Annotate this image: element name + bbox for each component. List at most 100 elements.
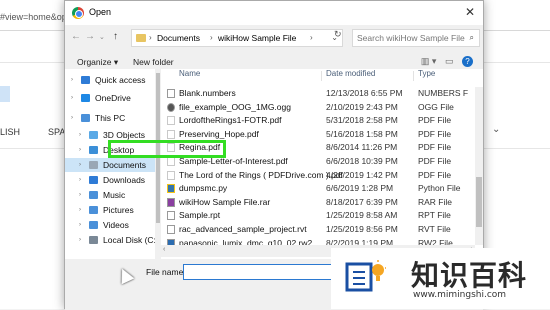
watermark: 知识百科 www.mimingshi.com xyxy=(331,248,550,309)
sidebar-item-label: Documents xyxy=(103,160,146,170)
sidebar-item-label: Downloads xyxy=(103,175,146,185)
preview-pane-icon[interactable]: ▭ xyxy=(445,56,454,66)
expand-arrow-icon[interactable]: › xyxy=(79,177,87,183)
column-divider[interactable] xyxy=(413,71,414,81)
file-name: Preserving_Hope.pdf xyxy=(179,128,259,139)
watermark-url: www.mimingshi.com xyxy=(413,290,507,300)
music-icon xyxy=(89,191,98,199)
desktop-icon xyxy=(89,146,98,154)
expand-arrow-icon[interactable]: › xyxy=(79,207,87,213)
file-row[interactable]: Blank.numbers 12/13/2018 6:55 PM NUMBERS F xyxy=(161,87,483,100)
file-icon xyxy=(167,197,175,207)
file-date: 6/6/2018 10:39 PM xyxy=(326,156,398,166)
dialog-title: Open xyxy=(89,7,112,17)
sidebar-item-pictures[interactable]: › Pictures xyxy=(79,203,134,217)
file-name-input[interactable] xyxy=(183,264,343,280)
chevron-right-icon: › xyxy=(149,33,152,42)
file-name: LordoftheRings1-FOTR.pdf xyxy=(179,115,282,126)
search-input[interactable]: Search wikiHow Sample File ⌕ xyxy=(352,29,480,47)
expand-arrow-icon[interactable]: › xyxy=(79,147,87,153)
address-bar-row: ← → ⌄ ↑ › Documents › wikiHow Sample Fil… xyxy=(65,25,483,53)
help-icon[interactable]: ? xyxy=(462,56,473,67)
file-date: 8/18/2017 6:39 PM xyxy=(326,196,398,207)
sidebar-item-label: 3D Objects xyxy=(103,130,146,140)
expand-arrow-icon[interactable]: › xyxy=(79,237,87,243)
sidebar-item-music[interactable]: › Music xyxy=(79,188,125,202)
new-folder-button[interactable]: New folder xyxy=(133,57,174,67)
file-date: 8/6/2014 11:26 PM xyxy=(326,142,398,153)
disk-icon xyxy=(89,236,98,244)
expand-arrow-icon[interactable]: › xyxy=(79,162,87,168)
file-type: PDF File xyxy=(418,169,452,180)
sidebar-item-this-pc[interactable]: › This PC xyxy=(71,111,125,125)
up-arrow-icon[interactable]: ↑ xyxy=(113,31,118,42)
file-row[interactable]: dumpsmc.py 6/6/2019 1:28 PM Python File xyxy=(161,182,483,195)
forward-arrow-icon[interactable]: → xyxy=(85,31,95,42)
sidebar-item-videos[interactable]: › Videos xyxy=(79,218,129,232)
file-name: The Lord of the Rings ( PDFDrive.com ).p… xyxy=(179,169,343,180)
sidebar-item-label: Music xyxy=(103,190,126,200)
sidebar-item-label: This PC xyxy=(95,113,126,123)
file-row[interactable]: Sample.rpt 1/25/2019 8:58 AM RPT File xyxy=(161,209,483,222)
sidebar-item-local-disk-c[interactable]: › Local Disk (C:) xyxy=(79,233,159,247)
cube-icon xyxy=(89,131,98,139)
file-row[interactable]: wikiHow Sample File.rar 8/18/2017 6:39 PM… xyxy=(161,196,483,209)
file-row[interactable]: file_example_OOG_1MG.ogg 2/10/2019 2:43 P… xyxy=(161,101,483,114)
view-options-icon[interactable]: ▥ ▾ xyxy=(421,56,437,66)
breadcrumb-current-folder[interactable]: wikiHow Sample File xyxy=(218,33,296,43)
sidebar-item-onedrive[interactable]: › OneDrive xyxy=(71,91,131,105)
file-type: PDF File xyxy=(418,115,452,126)
dialog-titlebar: Open ✕ xyxy=(65,1,483,25)
file-date: 4/26/2019 1:42 PM xyxy=(326,169,398,180)
videos-icon xyxy=(89,221,98,229)
file-name: dumpsmc.py xyxy=(179,183,228,194)
sidebar-item-label: OneDrive xyxy=(95,93,131,103)
sidebar-item-documents[interactable]: › Documents xyxy=(65,158,155,172)
refresh-icon[interactable]: ↻ xyxy=(334,29,342,40)
expand-arrow-icon[interactable]: › xyxy=(79,132,87,138)
expand-arrow-icon[interactable]: › xyxy=(71,95,79,101)
scrollbar-thumb[interactable] xyxy=(476,177,482,227)
column-divider[interactable] xyxy=(321,71,322,81)
file-row[interactable]: rac_advanced_sample_project.rvt 1/25/2019… xyxy=(161,223,483,236)
file-name: wikiHow Sample File.rar xyxy=(179,196,271,207)
expand-arrow-icon[interactable]: › xyxy=(79,192,87,198)
file-row[interactable]: LordoftheRings1-FOTR.pdf 5/31/2018 2:58 P… xyxy=(161,114,483,127)
column-header-type[interactable]: Type xyxy=(418,69,435,83)
file-list-scrollbar[interactable] xyxy=(475,87,483,245)
sidebar-item-downloads[interactable]: › Downloads xyxy=(79,173,145,187)
file-type: NUMBERS F xyxy=(418,88,469,98)
scroll-left-icon[interactable]: ‹ xyxy=(163,246,165,253)
file-name: rac_advanced_sample_project.rvt xyxy=(179,224,307,234)
file-type: Python File xyxy=(418,183,461,194)
expand-arrow-icon[interactable]: › xyxy=(71,115,79,121)
file-date: 12/13/2018 6:55 PM xyxy=(326,88,403,98)
star-icon xyxy=(81,76,90,84)
file-name: Sample.rpt xyxy=(179,210,221,221)
file-name: file_example_OOG_1MG.ogg xyxy=(179,101,291,112)
file-icon xyxy=(167,184,175,194)
file-date: 5/31/2018 2:58 PM xyxy=(326,115,398,126)
back-arrow-icon[interactable]: ← xyxy=(71,31,81,42)
breadcrumb-documents[interactable]: Documents xyxy=(157,33,200,43)
browser-url-fragment: #view=home&op xyxy=(0,12,67,22)
address-box[interactable]: › Documents › wikiHow Sample File › ⌄ xyxy=(131,29,343,47)
chevron-right-icon: › xyxy=(210,33,213,42)
sidebar-item-quick-access[interactable]: › Quick access xyxy=(71,73,146,87)
sidebar-item-label: Local Disk (C:) xyxy=(103,235,159,245)
column-header-date[interactable]: Date modified xyxy=(326,69,375,83)
expand-arrow-icon[interactable]: › xyxy=(71,77,79,83)
file-type: PDF File xyxy=(418,128,452,139)
file-row[interactable]: The Lord of the Rings ( PDFDrive.com ).p… xyxy=(161,169,483,182)
chevron-down-icon: ⌄ xyxy=(492,124,501,135)
file-row[interactable]: Preserving_Hope.pdf 5/16/2018 1:58 PM PDF … xyxy=(161,128,483,141)
book-lightbulb-logo-icon xyxy=(345,260,386,292)
file-type: PDF File xyxy=(418,142,452,153)
search-placeholder: Search wikiHow Sample File xyxy=(357,33,465,43)
file-icon xyxy=(167,89,175,98)
expand-arrow-icon[interactable]: › xyxy=(79,222,87,228)
column-header-name[interactable]: Name xyxy=(179,69,200,83)
close-icon[interactable]: ✕ xyxy=(465,5,475,19)
recent-chevron-icon[interactable]: ⌄ xyxy=(99,33,105,41)
organize-button[interactable]: Organize ▾ xyxy=(77,57,118,68)
